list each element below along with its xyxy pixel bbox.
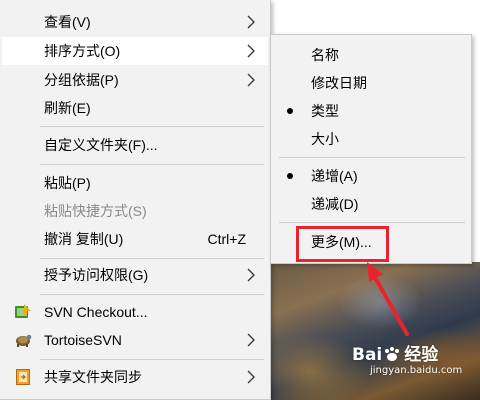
sort-by-name[interactable]: 名称 <box>273 41 469 69</box>
menu-item-paste[interactable]: 粘贴(P) <box>2 169 268 197</box>
menu-item-shared-folder-sync[interactable]: 共享文件夹同步 <box>2 363 268 391</box>
menu-separator <box>40 258 264 259</box>
watermark-brand: Bai 经验 <box>352 345 439 365</box>
sort-descending[interactable]: 递减(D) <box>273 190 469 218</box>
chevron-right-icon <box>247 268 255 282</box>
chevron-right-icon <box>247 370 255 384</box>
chevron-right-icon <box>247 15 255 29</box>
sort-ascending[interactable]: 递增(A) <box>273 162 469 190</box>
menu-item-refresh[interactable]: 刷新(E) <box>2 94 268 122</box>
menu-separator <box>40 164 264 165</box>
menu-item-group-by[interactable]: 分组依据(P) <box>2 66 268 94</box>
menu-item-customize-folder[interactable]: 自定义文件夹(F)... <box>2 131 268 159</box>
menu-item-svn-checkout[interactable]: SVN Checkout... <box>2 298 268 326</box>
menu-item-undo-copy[interactable]: 撤消 复制(U) Ctrl+Z <box>2 225 268 253</box>
sort-by-size[interactable]: 大小 <box>273 125 469 153</box>
chevron-right-icon <box>247 333 255 347</box>
annotation-highlight-box <box>296 226 389 262</box>
sync-folder-icon <box>16 369 30 385</box>
context-menu: 查看(V) 排序方式(O) 分组依据(P) 刷新(E) 自定义文件夹(F)...… <box>0 0 271 400</box>
selected-bullet-icon <box>287 173 293 179</box>
sort-by-type[interactable]: 类型 <box>273 97 469 125</box>
menu-item-paste-shortcut: 粘贴快捷方式(S) <box>44 203 147 219</box>
sort-by-date-modified[interactable]: 修改日期 <box>273 69 469 97</box>
menu-separator <box>40 294 264 295</box>
menu-separator <box>279 157 465 158</box>
menu-separator <box>40 359 264 360</box>
selected-bullet-icon <box>287 108 293 114</box>
menu-item-tortoisesvn[interactable]: TortoiseSVN <box>2 326 268 354</box>
watermark-site: jingyan.baidu.com <box>370 365 463 376</box>
menu-item-view[interactable]: 查看(V) <box>2 8 268 36</box>
annotation-arrow-icon <box>367 262 409 336</box>
baidu-watermark: Bai 经验 jingyan.baidu.com <box>352 340 462 376</box>
chevron-right-icon <box>247 44 255 58</box>
menu-item-give-access[interactable]: 授予访问权限(G) <box>2 261 268 289</box>
chevron-right-icon <box>247 73 255 87</box>
svn-checkout-icon <box>15 304 31 318</box>
tortoise-icon <box>16 334 32 347</box>
paw-icon <box>382 346 404 362</box>
menu-separator <box>279 222 465 223</box>
menu-separator <box>40 126 264 127</box>
menu-item-sort-by[interactable]: 排序方式(O) <box>2 37 268 65</box>
